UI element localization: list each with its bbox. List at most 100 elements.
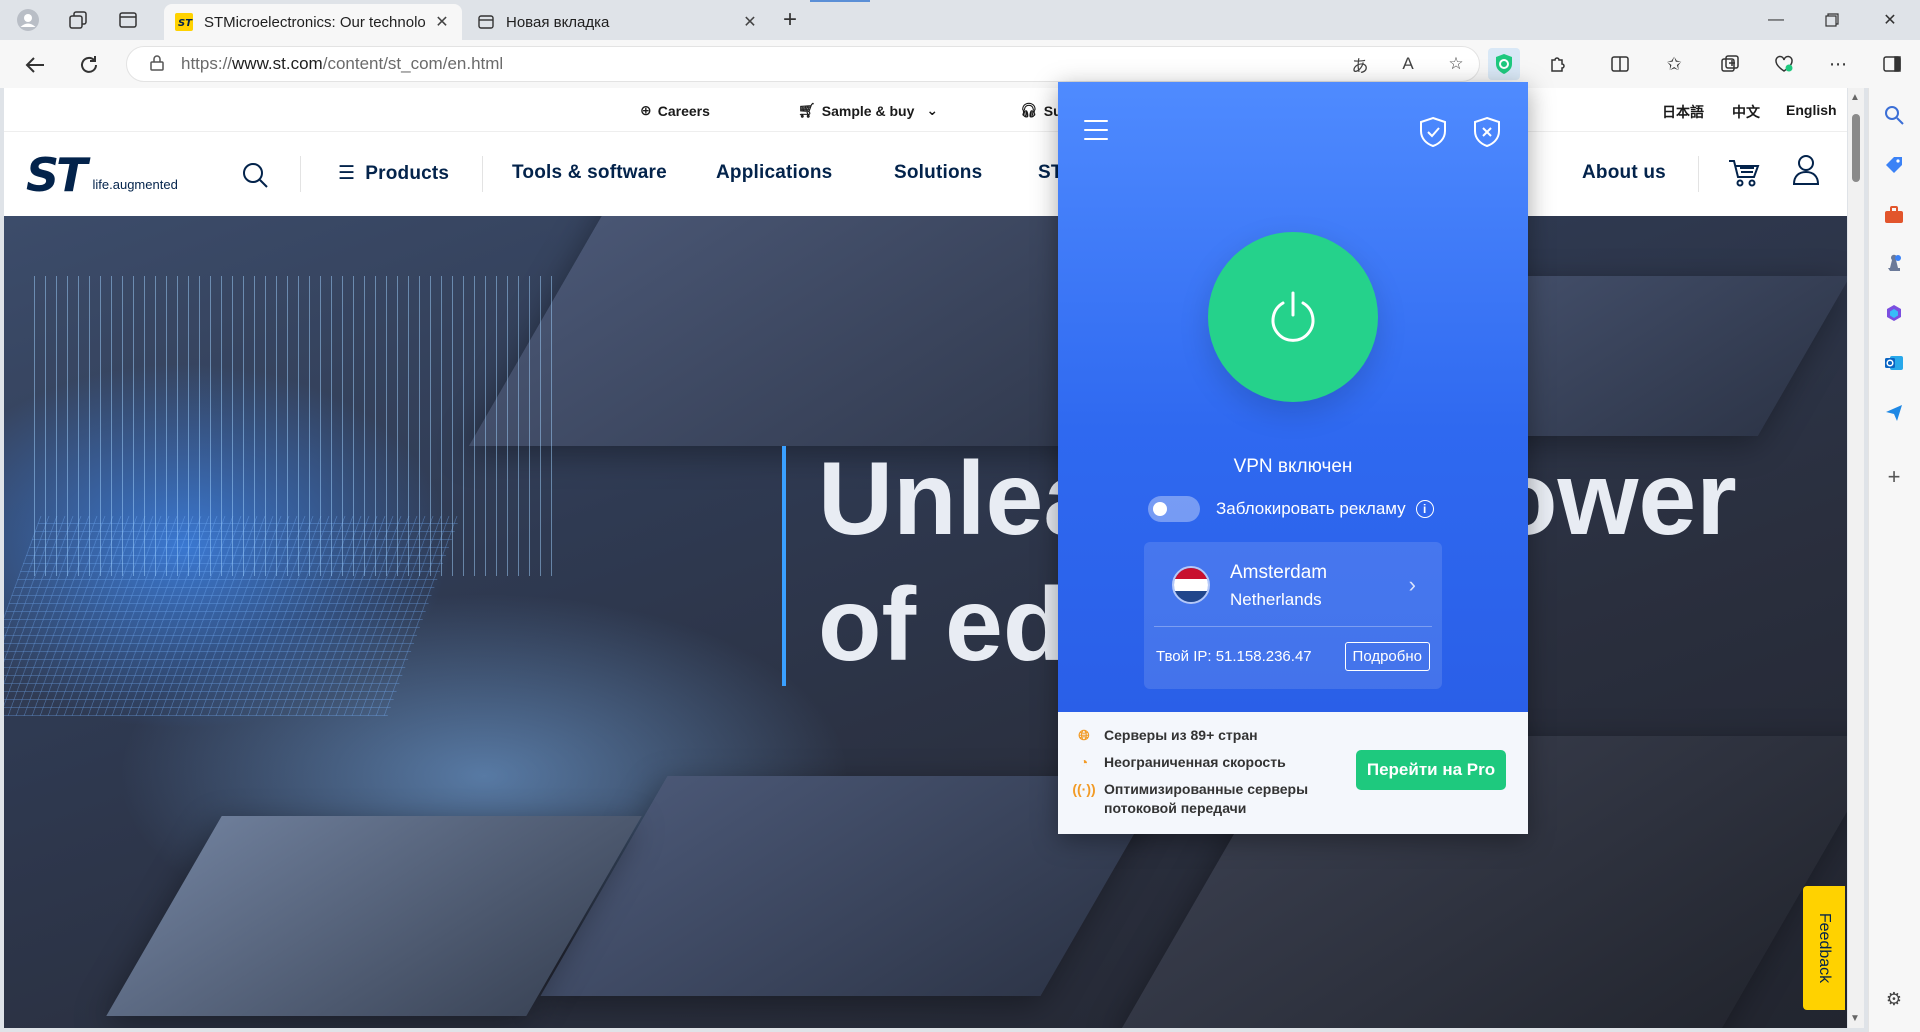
nav-divider <box>482 156 483 192</box>
split-screen-icon[interactable] <box>1604 48 1636 80</box>
favorite-star-icon[interactable]: ☆ <box>1443 51 1469 77</box>
sample-buy-link[interactable]: 🛒︎ Sample & buy ⌄ <box>798 102 938 119</box>
st-favicon: ST <box>174 12 194 32</box>
utility-bar: ⊕ Careers 🛒︎ Sample & buy ⌄ 🎧︎ Su 日本語 中文 Eng… <box>4 88 1847 132</box>
st-logo-mark: ST <box>26 148 87 202</box>
sidebar-send-icon[interactable] <box>1879 398 1909 428</box>
vpn-extension-icon[interactable] <box>1488 48 1520 80</box>
feature-item: ((·)) Оптимизированные серверы потоковой… <box>1072 780 1309 817</box>
tab-bar: ST STMicroelectronics: Our technolo ✕ Но… <box>0 0 1920 40</box>
lang-zh-link[interactable]: 中文 <box>1732 102 1760 122</box>
nav-products[interactable]: ☰ Products <box>338 162 449 185</box>
sidebar-tools-icon[interactable] <box>1879 200 1909 230</box>
hero-banner: Unlea of ed ower <box>4 216 1847 1028</box>
translate-icon[interactable]: あ <box>1347 51 1373 77</box>
new-tab-button[interactable]: + <box>776 6 804 34</box>
scroll-down-icon[interactable]: ▼ <box>1850 1013 1860 1024</box>
ad-block-row: Заблокировать рекламу i <box>1148 496 1434 522</box>
location-city: Amsterdam <box>1230 562 1328 583</box>
sidebar-copilot-icon[interactable] <box>1879 298 1909 328</box>
newtab-favicon <box>476 12 496 32</box>
edge-sidebar: + ⚙ <box>1868 88 1920 1032</box>
close-window-icon[interactable]: ✕ <box>1876 6 1904 34</box>
account-icon[interactable] <box>1792 154 1820 191</box>
tab-title: STMicroelectronics: Our technolo <box>204 13 426 31</box>
hamburger-icon: ☰ <box>338 163 356 184</box>
address-bar-row: https://www.st.com/content/st_com/en.htm… <box>0 40 1920 88</box>
webpage: ⊕ Careers 🛒︎ Sample & buy ⌄ 🎧︎ Su 日本語 中文 Eng… <box>4 88 1847 1028</box>
headset-icon: 🎧︎ <box>1020 102 1038 118</box>
chevron-down-icon: ⌄ <box>926 102 939 118</box>
vpn-menu-icon[interactable] <box>1084 120 1108 142</box>
location-card[interactable]: Amsterdam Netherlands › Твой IP: 51.158.… <box>1144 542 1442 689</box>
feedback-tab[interactable]: Feedback <box>1803 886 1845 1010</box>
collections-icon[interactable] <box>64 6 92 34</box>
sidebar-add-icon[interactable]: + <box>1879 462 1909 492</box>
logo-tagline: life.augmented <box>92 177 178 192</box>
svg-text:ST: ST <box>178 18 193 29</box>
sidebar-search-icon[interactable] <box>1879 100 1909 130</box>
sidebar-toggle-icon[interactable] <box>1876 48 1908 80</box>
feature-item: 🌐︎ Серверы из 89+ стран <box>1076 726 1257 745</box>
browser-essentials-icon[interactable] <box>1768 48 1800 80</box>
cart-small-icon: 🛒︎ <box>798 102 816 118</box>
st-logo[interactable]: ST life.augmented <box>26 152 178 198</box>
address-bar[interactable]: https://www.st.com/content/st_com/en.htm… <box>126 46 1480 82</box>
hero-accent-bar <box>782 446 786 686</box>
nav-divider <box>300 156 301 192</box>
ad-block-toggle[interactable] <box>1148 496 1200 522</box>
search-icon[interactable] <box>242 162 268 193</box>
ip-address: Твой IP: 51.158.236.47 <box>1156 648 1312 665</box>
hero-light-streaks <box>34 276 554 576</box>
extensions-icon[interactable] <box>1542 48 1574 80</box>
sidebar-shopping-icon[interactable] <box>1879 150 1909 180</box>
lock-icon[interactable] <box>137 54 177 74</box>
shield-check-icon[interactable] <box>1418 116 1448 148</box>
url-text: https://www.st.com/content/st_com/en.htm… <box>181 54 504 73</box>
sidebar-games-icon[interactable] <box>1879 248 1909 278</box>
cart-icon[interactable] <box>1728 158 1760 193</box>
ad-block-label: Заблокировать рекламу <box>1216 499 1406 518</box>
scrollbar-thumb[interactable] <box>1852 114 1860 182</box>
location-country: Netherlands <box>1230 590 1322 609</box>
restore-icon[interactable] <box>1818 6 1846 34</box>
shield-block-icon[interactable] <box>1472 116 1502 148</box>
nav-tools[interactable]: Tools & software <box>512 162 667 184</box>
nav-solutions[interactable]: Solutions <box>894 162 982 184</box>
globe-feature-icon: 🌐︎ <box>1078 726 1090 743</box>
sidebar-settings-icon[interactable]: ⚙ <box>1879 984 1909 1014</box>
card-divider <box>1154 626 1432 627</box>
tab-st[interactable]: ST STMicroelectronics: Our technolo ✕ <box>164 4 462 40</box>
support-link[interactable]: 🎧︎ Su <box>1020 102 1062 119</box>
collections-toolbar-icon[interactable] <box>1714 48 1746 80</box>
details-button[interactable]: Подробно <box>1344 642 1430 671</box>
profile-icon[interactable] <box>14 6 42 34</box>
page-scrollbar[interactable]: ▲ ▼ <box>1848 88 1864 1028</box>
careers-link[interactable]: ⊕ Careers <box>640 102 710 119</box>
go-pro-button[interactable]: Перейти на Pro <box>1356 750 1506 790</box>
read-aloud-icon[interactable]: A <box>1395 51 1421 77</box>
vpn-main-panel: VPN включен Заблокировать рекламу i Amst… <box>1058 82 1528 712</box>
close-tab-icon[interactable]: ✕ <box>740 12 760 32</box>
vpn-status-text: VPN включен <box>1233 456 1353 477</box>
nav-divider <box>1698 156 1699 192</box>
back-icon[interactable] <box>20 50 50 80</box>
settings-more-icon[interactable]: ⋯ <box>1822 48 1854 80</box>
minimize-icon[interactable]: — <box>1762 6 1790 34</box>
lang-en-link[interactable]: English <box>1786 102 1837 118</box>
nav-applications[interactable]: Applications <box>716 162 832 184</box>
sidebar-outlook-icon[interactable] <box>1879 348 1909 378</box>
close-tab-icon[interactable]: ✕ <box>432 12 452 32</box>
favorites-icon[interactable]: ✩ <box>1658 48 1690 80</box>
reload-icon[interactable] <box>74 50 104 80</box>
info-icon[interactable]: i <box>1415 500 1434 518</box>
tab-strip-accent <box>810 0 870 2</box>
nav-about[interactable]: About us <box>1582 162 1666 184</box>
tab-new[interactable]: Новая вкладка ✕ <box>466 4 770 40</box>
lang-ja-link[interactable]: 日本語 <box>1662 102 1704 122</box>
main-nav: ST life.augmented ☰ Products Tools & soft… <box>4 132 1847 216</box>
power-button[interactable] <box>1208 232 1378 402</box>
vertical-tabs-icon[interactable] <box>114 6 142 34</box>
scroll-up-icon[interactable]: ▲ <box>1850 92 1860 103</box>
globe-icon: ⊕ <box>640 102 652 118</box>
